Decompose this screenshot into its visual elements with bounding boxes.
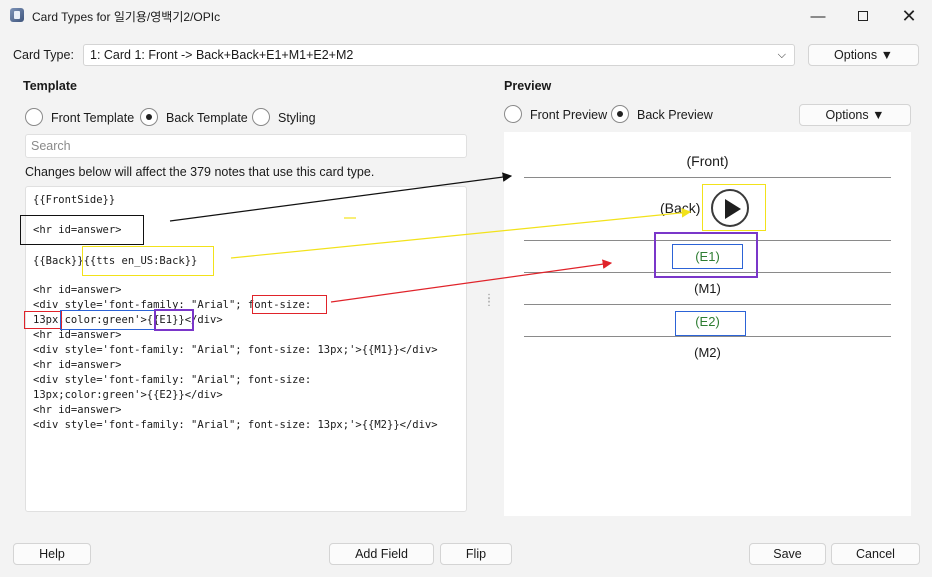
preview-divider xyxy=(524,272,891,273)
code-line: <div style='font-family: "Arial"; font-s… xyxy=(33,344,438,356)
back-preview-label: Back Preview xyxy=(637,108,713,122)
code-line: <hr id=answer> xyxy=(33,404,122,416)
card-type-options-button[interactable]: Options ▼ xyxy=(808,44,919,66)
card-type-label: Card Type: xyxy=(13,48,74,62)
search-input[interactable] xyxy=(25,134,467,158)
preview-back-text: (Back) xyxy=(660,200,701,216)
preview-e1-text: (E1) xyxy=(695,249,720,264)
preview-e2-text: (E2) xyxy=(695,314,720,329)
app-icon xyxy=(10,8,24,22)
styling-radio[interactable] xyxy=(252,108,270,126)
preview-divider xyxy=(524,304,891,305)
chevron-down-icon: ⌵ xyxy=(777,49,786,61)
styling-label: Styling xyxy=(278,111,316,125)
code-line: <hr id=answer> xyxy=(33,329,122,341)
help-button[interactable]: Help xyxy=(13,543,91,565)
back-preview-radio[interactable] xyxy=(611,105,629,123)
preview-m2-text: (M2) xyxy=(694,345,721,360)
card-type-select[interactable]: 1: Card 1: Front -> Back+Back+E1+M1+E2+M… xyxy=(83,44,795,66)
splitter-handle[interactable]: ⋮ ⋮ xyxy=(484,294,494,308)
add-field-button[interactable]: Add Field xyxy=(329,543,434,565)
preview-m1-text: (M1) xyxy=(694,281,721,296)
maximize-icon xyxy=(858,11,868,21)
code-line: <hr id=answer> xyxy=(33,359,122,371)
preview-options-button[interactable]: Options ▼ xyxy=(799,104,911,126)
front-preview-label: Front Preview xyxy=(530,108,608,122)
preview-divider xyxy=(524,336,891,337)
close-button[interactable]: ✕ xyxy=(886,0,932,32)
code-line: 13px;color:green'>{{E1}}</div> xyxy=(33,314,223,326)
code-line: 13px;color:green'>{{E2}}</div> xyxy=(33,389,223,401)
save-button[interactable]: Save xyxy=(749,543,826,565)
back-template-label: Back Template xyxy=(166,111,248,125)
preview-pane: (Front) (Back) (E1) (M1) (E2) (M2) xyxy=(504,132,911,516)
code-line: <hr id=answer> xyxy=(33,284,122,296)
code-line: {{FrontSide}} xyxy=(33,194,116,206)
code-line: <div style='font-family: "Arial"; font-s… xyxy=(33,374,312,386)
template-editor[interactable]: {{FrontSide}} <hr id=answer> {{Back}}{{t… xyxy=(25,186,467,512)
flip-button[interactable]: Flip xyxy=(440,543,512,565)
code-line: <div style='font-family: "Arial"; font-s… xyxy=(33,299,312,311)
code-line: <hr id=answer> xyxy=(33,224,122,236)
card-type-selected: 1: Card 1: Front -> Back+Back+E1+M1+E2+M… xyxy=(90,48,354,62)
window-title: Card Types for 일기용/영백기2/OPIc xyxy=(32,10,221,24)
title-bar: Card Types for 일기용/영백기2/OPIc — ✕ xyxy=(0,0,932,32)
preview-front-text: (Front) xyxy=(686,153,729,169)
minimize-button[interactable]: — xyxy=(795,0,841,32)
play-audio-button[interactable] xyxy=(711,189,749,227)
changes-note: Changes below will affect the 379 notes … xyxy=(25,165,375,179)
preview-divider xyxy=(524,177,891,178)
back-template-radio[interactable] xyxy=(140,108,158,126)
preview-section-title: Preview xyxy=(504,79,552,93)
maximize-button[interactable] xyxy=(840,0,886,32)
front-template-label: Front Template xyxy=(51,111,135,125)
cancel-button[interactable]: Cancel xyxy=(831,543,920,565)
template-section-title: Template xyxy=(23,79,77,93)
code-line: <div style='font-family: "Arial"; font-s… xyxy=(33,419,438,431)
preview-divider xyxy=(524,240,891,241)
front-template-radio[interactable] xyxy=(25,108,43,126)
code-line: {{Back}}{{tts en_US:Back}} xyxy=(33,255,198,267)
front-preview-radio[interactable] xyxy=(504,105,522,123)
